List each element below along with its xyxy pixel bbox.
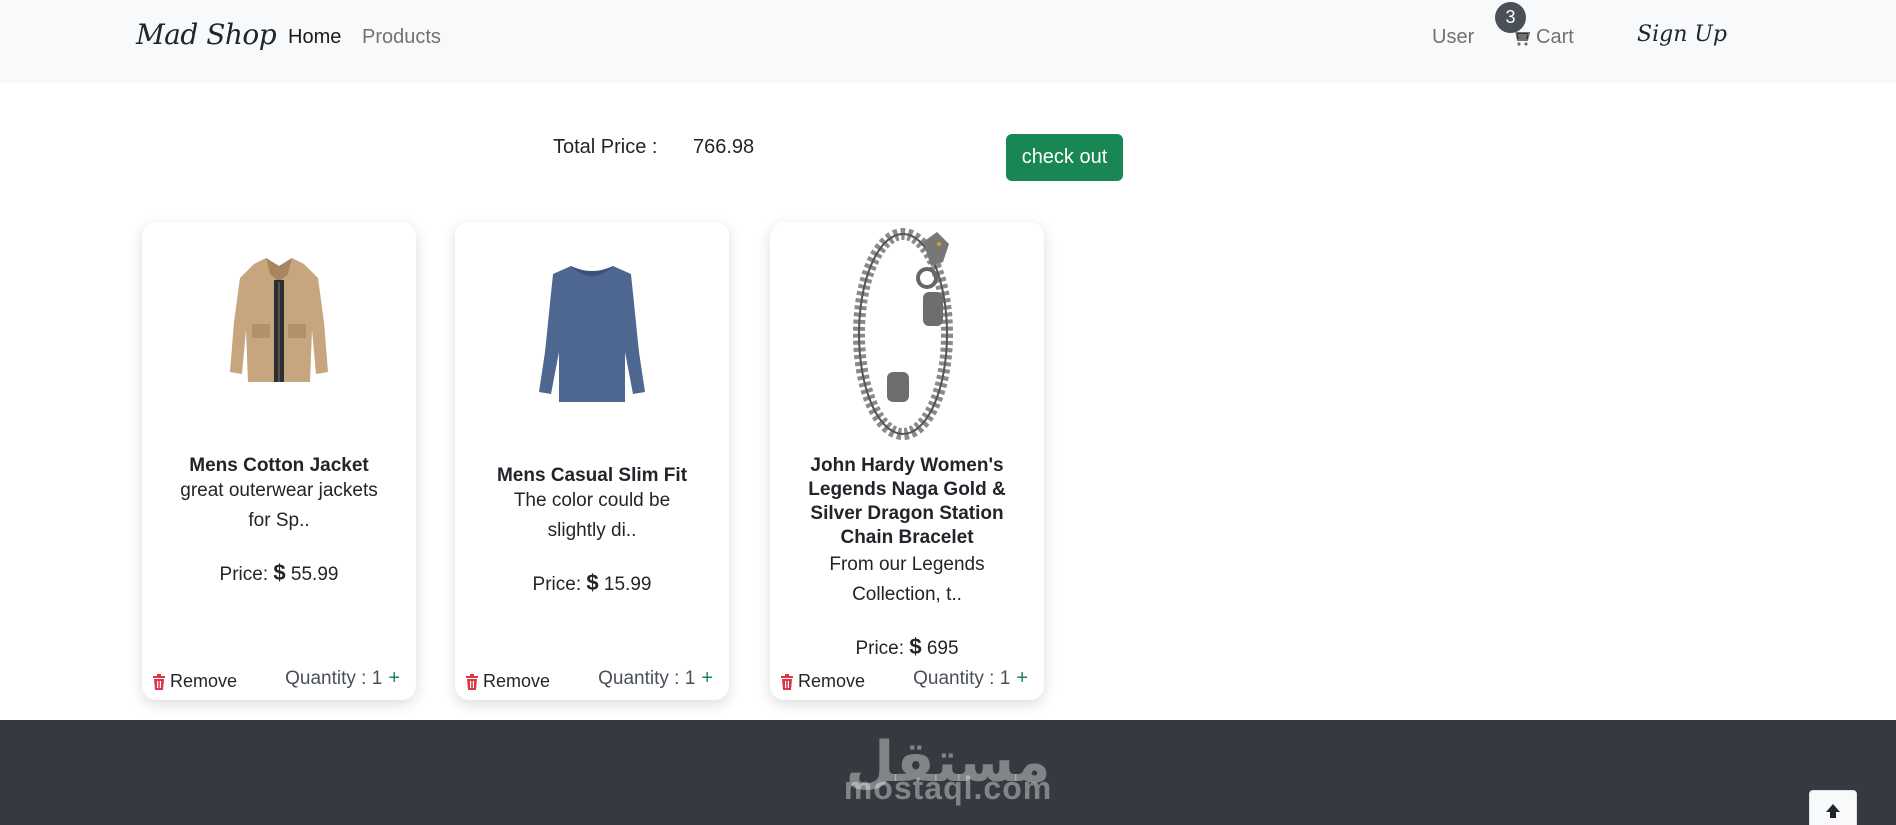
trash-icon: [781, 673, 793, 690]
price-label: Price:: [219, 564, 269, 585]
remove-label: Remove: [798, 671, 866, 691]
product-price: Price: $ 55.99: [142, 560, 416, 586]
cart-item-card: Mens Cotton Jacket great outerwear jacke…: [142, 222, 416, 700]
remove-button[interactable]: Remove: [465, 671, 550, 692]
quantity-label: Quantity : 1: [598, 667, 696, 689]
product-description: The color could be slightly di..: [513, 490, 671, 541]
nav-link-cart[interactable]: Cart: [1512, 26, 1574, 49]
price-value: 695: [926, 638, 959, 659]
price-label: Price:: [532, 574, 582, 595]
product-description: From our Legends Collection, t..: [829, 554, 985, 605]
checkout-button[interactable]: check out: [1006, 134, 1123, 181]
scroll-to-top-button[interactable]: [1809, 790, 1857, 825]
cart-label: Cart: [1536, 26, 1574, 48]
dollar-icon: $: [586, 570, 599, 595]
total-price-value: 766.98: [693, 136, 755, 158]
quantity-control: Quantity : 1 +: [285, 667, 400, 690]
remove-button[interactable]: Remove: [152, 671, 237, 692]
footer: مستقل mostaql.com: [0, 720, 1896, 825]
nav-link-user[interactable]: User: [1432, 26, 1474, 49]
quantity-label: Quantity : 1: [913, 667, 1011, 689]
total-price-label: Total Price :: [553, 136, 658, 158]
product-title: Mens Cotton Jacket: [189, 455, 369, 476]
cart-count-badge: 3: [1495, 2, 1526, 33]
nav-link-home[interactable]: Home: [288, 26, 341, 49]
increase-quantity-button[interactable]: +: [388, 667, 400, 690]
increase-quantity-button[interactable]: +: [701, 667, 713, 690]
watermark-text: mostaql.com: [843, 770, 1053, 806]
product-price: Price: $ 695: [770, 634, 1044, 660]
navbar: Mad Shop Home Products User Cart 3 Sign …: [0, 0, 1896, 83]
remove-label: Remove: [483, 671, 551, 691]
nav-link-products[interactable]: Products: [362, 26, 441, 49]
price-label: Price:: [855, 638, 905, 659]
trash-icon: [153, 673, 165, 690]
cart-item-card: Mens Casual Slim Fit The color could be …: [455, 222, 729, 700]
arrow-up-icon: [1826, 804, 1840, 818]
price-value: 15.99: [603, 574, 652, 595]
trash-icon: [466, 673, 478, 690]
product-image-shirt: [455, 252, 729, 412]
product-image-bracelet: [770, 222, 1044, 440]
product-title: Mens Casual Slim Fit: [496, 465, 688, 486]
increase-quantity-button[interactable]: +: [1016, 667, 1028, 690]
remove-label: Remove: [170, 671, 238, 691]
brand-logo[interactable]: Mad Shop: [136, 18, 277, 51]
dollar-icon: $: [909, 634, 922, 659]
product-title: John Hardy Women's Legends Naga Gold & S…: [808, 455, 1006, 548]
product-price: Price: $ 15.99: [455, 570, 729, 596]
quantity-label: Quantity : 1: [285, 667, 383, 689]
price-value: 55.99: [290, 564, 339, 585]
signup-link[interactable]: Sign Up: [1637, 22, 1727, 47]
remove-button[interactable]: Remove: [780, 671, 865, 692]
cart-item-card: John Hardy Women's Legends Naga Gold & S…: [770, 222, 1044, 700]
quantity-control: Quantity : 1 +: [598, 667, 713, 690]
quantity-control: Quantity : 1 +: [913, 667, 1028, 690]
dollar-icon: $: [273, 560, 286, 585]
product-image-jacket: [142, 252, 416, 392]
product-description: great outerwear jackets for Sp..: [180, 480, 378, 531]
